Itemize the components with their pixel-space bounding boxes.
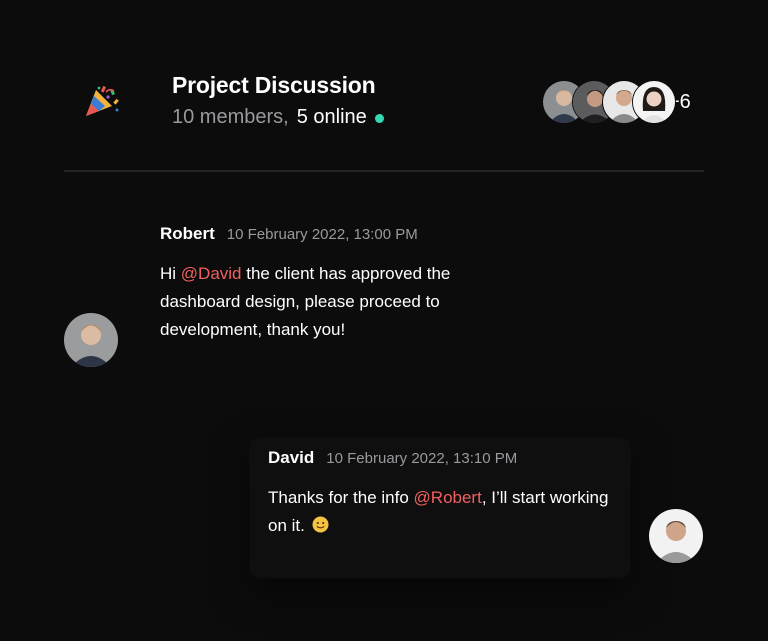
message-author[interactable]: David: [268, 448, 314, 468]
chat-title: Project Discussion: [172, 72, 376, 98]
message-text-start: Thanks for the info: [268, 488, 414, 507]
message-timestamp: 10 February 2022, 13:00 PM: [226, 226, 418, 243]
message-author[interactable]: Robert: [160, 224, 215, 244]
online-indicator-icon: [374, 114, 384, 123]
chat-window: Project Discussion 10 members, 5 online: [0, 0, 768, 641]
online-count: 5 online: [296, 106, 367, 128]
member-avatars[interactable]: +6: [542, 80, 702, 124]
header-divider: [64, 170, 704, 172]
message-david: David 10 February 2022, 13:10 PM Thanks …: [268, 448, 618, 540]
message-text-start: Hi: [160, 264, 181, 283]
message-robert: Robert 10 February 2022, 13:00 PM Hi @Da…: [160, 224, 520, 344]
member-status: 10 members, 5 online: [172, 106, 384, 129]
message-meta: Robert 10 February 2022, 13:00 PM: [160, 224, 520, 244]
party-popper-icon: [82, 82, 122, 122]
message-text: Thanks for the info @Robert, I’ll start …: [268, 484, 618, 540]
avatar[interactable]: [632, 80, 676, 124]
smiling-face-icon: [312, 514, 329, 533]
message-text: Hi @David the client has approved the da…: [160, 260, 520, 344]
message-meta: David 10 February 2022, 13:10 PM: [268, 448, 618, 468]
message-timestamp: 10 February 2022, 13:10 PM: [326, 450, 518, 467]
mention-robert[interactable]: @Robert: [414, 488, 482, 507]
avatar-robert[interactable]: [64, 313, 118, 367]
avatar-david[interactable]: [649, 509, 703, 563]
member-count: 10 members,: [172, 106, 289, 128]
mention-david[interactable]: @David: [181, 264, 242, 283]
